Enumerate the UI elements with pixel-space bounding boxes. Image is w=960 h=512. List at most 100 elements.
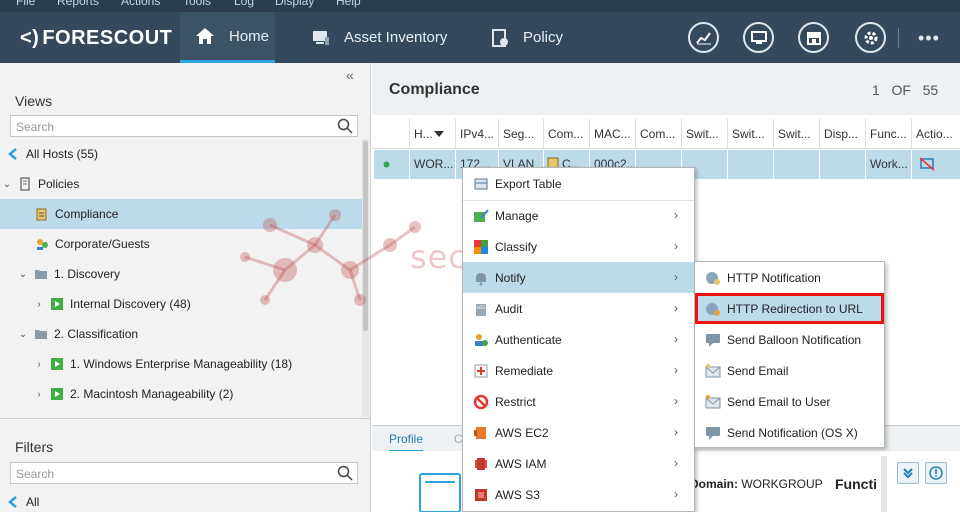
column-header[interactable]: MAC... bbox=[589, 119, 635, 149]
domain-field: Domain: WORKGROUP bbox=[690, 477, 823, 491]
submenu-item-label: Send Notification (OS X) bbox=[727, 425, 858, 440]
search-icon[interactable] bbox=[337, 118, 353, 134]
online-status-icon bbox=[383, 161, 390, 168]
column-header[interactable]: Com... bbox=[635, 119, 681, 149]
tree-item-label: Compliance bbox=[55, 207, 119, 221]
detail-scrollbar[interactable] bbox=[881, 456, 887, 512]
menu-reports[interactable]: Reports bbox=[57, 0, 99, 8]
column-header[interactable]: Swit... bbox=[681, 119, 727, 149]
notify-submenu: HTTP Notification HTTP Redirection to UR… bbox=[694, 261, 885, 448]
panel-divider[interactable] bbox=[0, 418, 371, 419]
tab-profile[interactable]: Profile bbox=[389, 432, 424, 452]
expand-details-button[interactable] bbox=[897, 462, 919, 484]
http-redirect-icon bbox=[706, 302, 720, 316]
filters-search-placeholder: Search bbox=[16, 467, 55, 481]
menu-item-authenticate[interactable]: Authenticate › bbox=[463, 324, 694, 355]
views-search-input[interactable]: Search bbox=[10, 115, 358, 137]
table-cell bbox=[819, 150, 865, 179]
tab-home[interactable]: Home bbox=[180, 12, 275, 63]
more-options-icon[interactable]: ••• bbox=[918, 28, 940, 49]
settings-icon[interactable] bbox=[855, 22, 886, 53]
column-header[interactable]: Com... bbox=[543, 119, 589, 149]
console-icon[interactable] bbox=[743, 22, 774, 53]
menu-item-notify[interactable]: Notify › bbox=[463, 262, 694, 293]
notify-icon bbox=[476, 272, 486, 285]
chevron-right-icon: › bbox=[674, 208, 678, 222]
policy-run-icon bbox=[51, 358, 63, 370]
chevron-right-icon: › bbox=[674, 456, 678, 470]
audit-icon: LOG bbox=[476, 303, 486, 316]
filters-title: Filters bbox=[15, 439, 54, 455]
menu-item-audit[interactable]: LOG Audit › bbox=[463, 293, 694, 324]
tree-item-policies[interactable]: ⌄ Policies bbox=[0, 169, 362, 199]
forescout-logo[interactable]: <) FORESCOUT bbox=[20, 27, 172, 50]
menu-file[interactable]: File bbox=[16, 0, 35, 8]
aws-s3-icon bbox=[475, 488, 487, 501]
tree-item-all-hosts[interactable]: All Hosts (55) bbox=[0, 139, 362, 169]
column-header[interactable]: IPv4... bbox=[455, 119, 498, 149]
tree-item-label: Policies bbox=[38, 177, 80, 191]
submenu-item-osx-notification[interactable]: Send Notification (OS X) bbox=[695, 417, 884, 448]
column-header[interactable]: Func... bbox=[865, 119, 911, 149]
submenu-item-http-notification[interactable]: HTTP Notification bbox=[695, 262, 884, 293]
page-title: Compliance bbox=[389, 81, 480, 98]
tab-asset-inventory[interactable]: Asset Inventory bbox=[312, 12, 447, 63]
tree-item-label: 1. Discovery bbox=[54, 267, 121, 281]
dashboard-icon[interactable] bbox=[688, 22, 719, 53]
info-icon bbox=[929, 466, 943, 480]
menu-item-manage[interactable]: Manage › bbox=[463, 200, 694, 231]
export-table-icon bbox=[474, 178, 488, 189]
expand-arrow-icon[interactable]: ⌄ bbox=[18, 329, 28, 340]
menu-log[interactable]: Log bbox=[234, 0, 254, 8]
column-header[interactable]: Swit... bbox=[773, 119, 819, 149]
pagination: 1 OF 55 bbox=[872, 82, 938, 98]
svg-text:LOG: LOG bbox=[477, 305, 485, 310]
expand-arrow-icon[interactable]: › bbox=[34, 389, 44, 400]
submenu-item-balloon[interactable]: Send Balloon Notification bbox=[695, 324, 884, 355]
tree-item-classification-folder[interactable]: ⌄ 2. Classification bbox=[0, 319, 362, 349]
policies-icon bbox=[20, 177, 30, 191]
expand-arrow-icon[interactable]: › bbox=[34, 299, 44, 310]
menu-tools[interactable]: Tools bbox=[183, 0, 211, 8]
submenu-item-http-redirection[interactable]: HTTP Redirection to URL bbox=[695, 293, 884, 324]
column-header[interactable]: Swit... bbox=[727, 119, 773, 149]
submenu-item-label: Send Email to User bbox=[727, 394, 831, 409]
menu-item-aws-ec2[interactable]: AWS EC2 › bbox=[463, 417, 694, 448]
info-button[interactable] bbox=[925, 462, 947, 484]
expand-arrow-icon[interactable]: ⌄ bbox=[2, 179, 12, 190]
filters-search-input[interactable]: Search bbox=[10, 462, 358, 484]
submenu-item-send-email-user[interactable]: Send Email to User bbox=[695, 386, 884, 417]
menu-actions[interactable]: Actions bbox=[121, 0, 160, 8]
collapse-panel-icon[interactable]: « bbox=[346, 67, 354, 83]
chevron-right-icon: › bbox=[674, 239, 678, 253]
tab-policy[interactable]: Policy bbox=[491, 12, 563, 63]
column-header[interactable]: H... bbox=[409, 119, 455, 149]
submenu-item-send-email[interactable]: Send Email bbox=[695, 355, 884, 386]
menu-item-remediate[interactable]: Remediate › bbox=[463, 355, 694, 386]
tree-item-macintosh-manageability[interactable]: › 2. Macintosh Manageability (2) bbox=[0, 379, 362, 409]
expand-arrow-icon[interactable]: › bbox=[34, 359, 44, 370]
column-header[interactable]: Disp... bbox=[819, 119, 865, 149]
column-header[interactable]: Seg... bbox=[498, 119, 543, 149]
menu-item-aws-s3[interactable]: AWS S3 › bbox=[463, 479, 694, 510]
tree-item-windows-manageability[interactable]: › 1. Windows Enterprise Manageability (1… bbox=[0, 349, 362, 379]
filter-item-all[interactable]: All bbox=[0, 493, 362, 511]
menu-item-restrict[interactable]: Restrict › bbox=[463, 386, 694, 417]
column-header[interactable]: Actio... bbox=[911, 119, 960, 149]
expand-arrow-icon[interactable]: ⌄ bbox=[18, 269, 28, 280]
chevron-right-icon: › bbox=[674, 394, 678, 408]
menu-help[interactable]: Help bbox=[336, 0, 361, 8]
menu-item-export-table[interactable]: Export Table bbox=[463, 168, 694, 199]
menu-item-classify[interactable]: Classify › bbox=[463, 231, 694, 262]
balloon-icon bbox=[706, 333, 720, 347]
sort-descending-icon[interactable] bbox=[434, 131, 444, 137]
email-user-icon bbox=[705, 394, 721, 408]
menu-display[interactable]: Display bbox=[275, 0, 314, 8]
chevron-right-icon: › bbox=[674, 425, 678, 439]
chevron-right-icon: › bbox=[674, 363, 678, 377]
all-hosts-icon bbox=[8, 148, 17, 160]
tree-item-label: Corporate/Guests bbox=[55, 237, 150, 251]
search-icon[interactable] bbox=[337, 465, 353, 481]
menu-item-aws-iam[interactable]: AWS IAM › bbox=[463, 448, 694, 479]
store-icon[interactable] bbox=[798, 22, 829, 53]
